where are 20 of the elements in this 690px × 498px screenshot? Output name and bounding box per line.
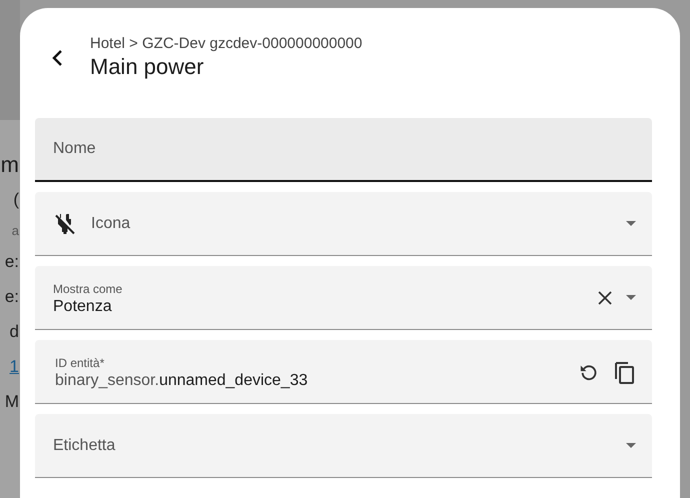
background-text: a (12, 224, 19, 238)
dropdown-caret-icon[interactable] (626, 221, 636, 226)
entity-id-field[interactable]: ID entità* binary_sensor.unnamed_device_33 (35, 340, 652, 404)
background-text: e: (4, 286, 19, 308)
dropdown-caret-icon[interactable] (626, 443, 636, 448)
copy-icon[interactable] (614, 360, 636, 384)
background-text: d (10, 321, 19, 343)
select-field[interactable]: Etichetta (35, 414, 652, 478)
icon-picker-field[interactable]: Icona (35, 192, 652, 256)
background-text: M (4, 391, 19, 413)
breadcrumb: Hotel > GZC-Dev gzcdev-000000000000 (90, 35, 362, 53)
background-text: e: (4, 251, 19, 273)
background-text: m (0, 154, 19, 176)
name-field[interactable]: Nome (35, 118, 652, 182)
dropdown-caret-icon[interactable] (626, 295, 636, 300)
plug-off-icon (53, 212, 77, 236)
close-icon[interactable] (598, 290, 612, 304)
select-field[interactable]: Mostra come Potenza (35, 266, 652, 330)
dialog-title: Main power (90, 53, 204, 81)
background-text: ( (13, 189, 19, 211)
